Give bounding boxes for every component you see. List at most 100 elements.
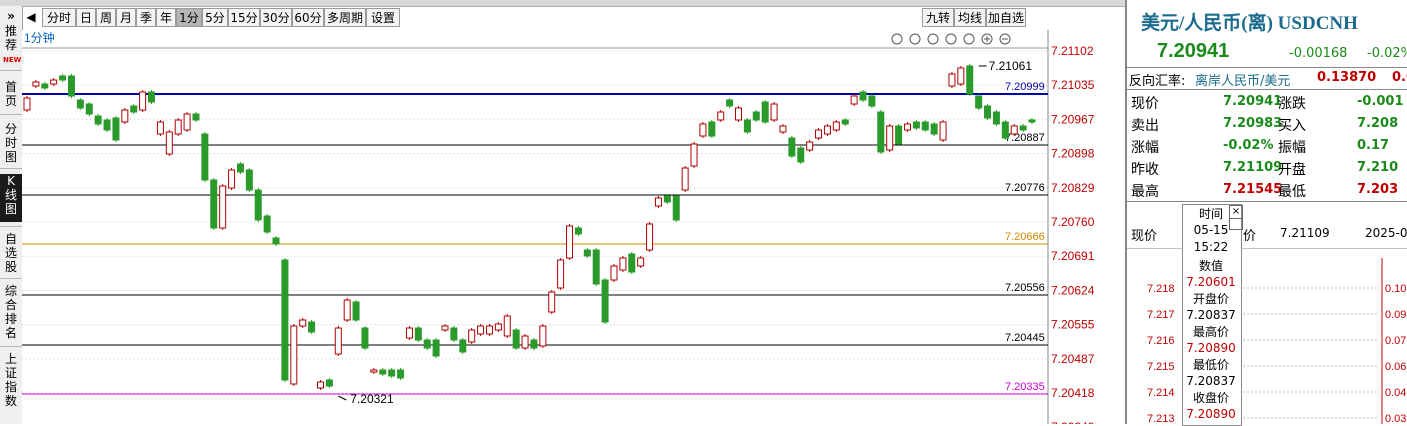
candle-body — [832, 121, 840, 131]
price-axis-tick: 7.21035 — [1051, 78, 1095, 92]
candle-body — [459, 339, 467, 353]
period-button[interactable]: 分时 — [42, 8, 76, 27]
candle-body — [637, 257, 645, 267]
candle-body — [806, 141, 814, 151]
nav-sh-index[interactable]: 上证指数 — [0, 352, 22, 408]
mini-axis-left: 7.217 — [1147, 309, 1175, 321]
candle-body — [788, 137, 796, 157]
nav-kline[interactable]: K线图 — [0, 174, 22, 222]
low-price-marker: 7.20321 — [350, 392, 394, 406]
candle-body — [735, 107, 743, 121]
inverse-rate-link[interactable]: 离岸人民币/美元 — [1195, 70, 1290, 89]
period-button[interactable]: 日 — [76, 8, 96, 27]
candle-body — [174, 119, 182, 135]
mini-timeshare-chart: 7.218 0.10 7.217 0.09 7.216 0.07 7.215 0.06 7.21… — [1127, 248, 1407, 424]
period-button[interactable]: 月 — [116, 8, 136, 27]
back-arrow-icon[interactable]: ◀ — [22, 8, 40, 27]
nav-home[interactable]: 首页 — [0, 80, 22, 108]
period-toolbar: ◀ 分时日周月季年 1分 5分 15分 30分 60分 多周期 设置 九转 均线 加自选 — [22, 8, 1057, 28]
candle-body — [503, 315, 511, 337]
candle-body — [521, 335, 529, 349]
nav-label: 上证指数 — [4, 352, 17, 408]
quote-row-value-2: -0.001 — [1357, 94, 1404, 109]
mini-axis-right: 0.06 — [1385, 361, 1406, 373]
candle-body — [1028, 119, 1036, 123]
candle-body — [699, 123, 707, 137]
candle-body — [477, 325, 485, 335]
price-axis-tick: 7.21102 — [1051, 44, 1094, 58]
candle-body — [290, 325, 298, 385]
candle-body — [405, 327, 413, 339]
candle-body — [823, 125, 831, 135]
candle-body — [397, 369, 405, 379]
candle-body — [272, 237, 280, 245]
candle-body — [201, 133, 209, 181]
mini-chart-label: 现价 — [1131, 229, 1158, 244]
quote-row-label: 最高 — [1131, 184, 1159, 200]
candle-body — [1010, 125, 1018, 135]
quote-row-value: 7.21109 — [1223, 160, 1283, 175]
period-button[interactable]: 季 — [136, 8, 156, 27]
level-line-label: 7.20666 — [1005, 231, 1045, 243]
nav-recommend[interactable]: 推荐 — [0, 24, 22, 52]
period-button[interactable]: 设置 — [366, 8, 400, 27]
toolbar-right-button[interactable]: 均线 — [954, 8, 986, 27]
candle-body — [975, 95, 983, 109]
mini-axis-left: 7.215 — [1147, 361, 1175, 373]
candle-body — [895, 125, 903, 145]
candle-body — [228, 169, 236, 189]
top-menu-strip — [0, 0, 1125, 7]
candle-body — [903, 123, 911, 131]
nav-watchlist[interactable]: 自选股 — [0, 232, 22, 274]
mini-axis-left: 7.216 — [1147, 335, 1175, 347]
candle-body — [992, 111, 1000, 125]
toolbar-right-button[interactable]: 加自选 — [986, 8, 1026, 27]
candle-body — [388, 369, 396, 377]
mini-chart-tail: 价 — [1243, 229, 1257, 244]
candle-body — [717, 111, 725, 121]
candle-body — [281, 259, 289, 381]
price-axis-tick: 7.20829 — [1051, 181, 1095, 195]
level-line-label: 7.20776 — [1005, 182, 1045, 194]
period-button[interactable]: 60分 — [292, 8, 324, 27]
candle-body — [468, 329, 476, 343]
candle-body — [41, 83, 49, 89]
kline-chart[interactable]: 1分钟 7.209997.208877.207767.206667.205567… — [22, 30, 1125, 424]
candle-body — [530, 339, 538, 349]
nav-ranking[interactable]: 综合排名 — [0, 284, 22, 340]
expand-icon[interactable]: » — [0, 9, 22, 23]
candle-body — [610, 265, 618, 281]
period-button[interactable]: 周 — [96, 8, 116, 27]
quote-row-label: 现价 — [1131, 96, 1159, 112]
period-button[interactable]: 5分 — [202, 8, 228, 27]
candle-body — [841, 119, 849, 125]
current-price: 7.20941 — [1157, 40, 1230, 62]
quote-row: 卖出 7.20983 买入 7.208 — [1127, 113, 1407, 135]
mini-chart-date: 2025-05 — [1365, 226, 1407, 240]
candle-body — [494, 323, 502, 331]
level-line-label: 7.20999 — [1005, 81, 1045, 93]
period-button[interactable]: 年 — [156, 8, 176, 27]
nav-timeshare[interactable]: 分时图 — [0, 122, 22, 164]
price-axis-tick: 7.20898 — [1051, 147, 1095, 161]
candle-body — [485, 325, 493, 335]
candle-body — [210, 179, 218, 229]
period-button[interactable]: 多周期 — [324, 8, 366, 27]
left-navigation: » 推荐 NEW 首页 分时图 K线图 自选股 综合排名 上证指数 — [0, 6, 23, 424]
candle-body — [1001, 121, 1009, 139]
period-button[interactable]: 30分 — [260, 8, 292, 27]
price-axis-tick: 7.20487 — [1051, 352, 1095, 366]
candle-body — [236, 163, 244, 173]
period-button[interactable]: 15分 — [228, 8, 260, 27]
nav-label: 自选股 — [4, 232, 17, 274]
toolbar-right-button[interactable]: 九转 — [922, 8, 954, 27]
candle-body — [583, 249, 591, 257]
price-axis-tick: 7.20760 — [1051, 215, 1095, 229]
quote-row-label: 涨幅 — [1131, 140, 1159, 156]
candle-body — [334, 327, 342, 355]
period-button[interactable]: 1分 — [176, 8, 202, 27]
mini-axis-left: 7.213 — [1147, 413, 1175, 424]
candle-body — [183, 113, 191, 131]
candle-body — [877, 111, 885, 153]
nav-label: 综合排名 — [4, 284, 17, 340]
